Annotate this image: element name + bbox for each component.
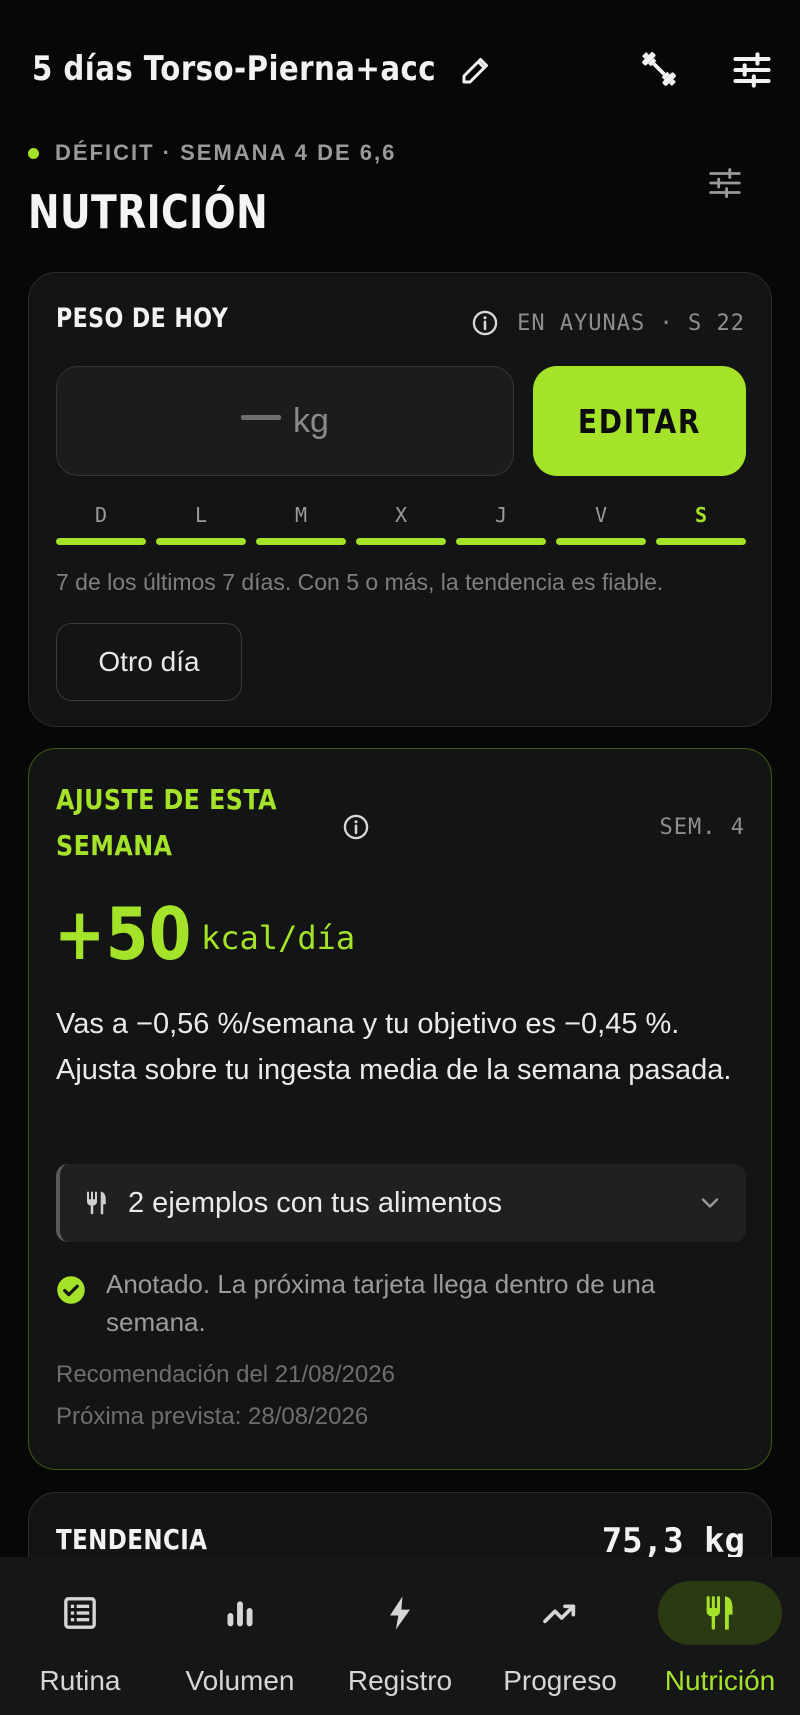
reliability-note: 7 de los últimos 7 días. Con 5 o más, la…	[56, 569, 664, 595]
nav-item-nutricion[interactable]: Nutrición	[640, 1557, 800, 1715]
bar-chart-icon	[220, 1593, 260, 1633]
adjustment-description: Vas a −0,56 %/semana y tu objetivo es −0…	[56, 1008, 732, 1086]
day-item: V	[556, 498, 646, 545]
nav-label: Volumen	[185, 1665, 295, 1696]
day-item: D	[56, 498, 146, 545]
page-title: NUTRICIÓN	[28, 185, 269, 239]
logged-confirmation: Anotado. La próxima tarjeta llega dentro…	[56, 1265, 746, 1341]
day-item: L	[156, 498, 246, 545]
check-circle-icon	[56, 1275, 86, 1305]
weight-unit: kg	[293, 401, 329, 440]
recommendation-date: Recomendación del 21/08/2026	[56, 1361, 395, 1388]
fork-knife-icon	[700, 1593, 740, 1633]
kcal-adjustment-value: +50	[54, 892, 192, 976]
day-item: J	[456, 498, 546, 545]
nav-label: Registro	[347, 1665, 453, 1696]
nav-label: Rutina	[39, 1665, 121, 1696]
trend-weight-value: 75,3 kg	[601, 1521, 745, 1561]
nav-item-registro[interactable]: Registro	[320, 1557, 480, 1715]
bottom-navigation: Rutina Volumen Registro Progreso Nutrici…	[0, 1557, 800, 1715]
phase-meta: DÉFICIT · SEMANA 4 DE 6,6	[55, 140, 397, 165]
fasting-meta: EN AYUNAS · S 22	[517, 311, 745, 336]
section-meta: DÉFICIT · SEMANA 4 DE 6,6	[28, 138, 396, 168]
weekly-adjustment-card: AJUSTE DE ESTA SEMANA SEM. 4 +50 kcal/dí…	[28, 748, 772, 1470]
food-examples-expander[interactable]: 2 ejemplos con tus alimentos	[56, 1164, 746, 1242]
tune-icon[interactable]	[730, 48, 774, 92]
trending-up-icon	[540, 1593, 580, 1633]
week-tag: SEM. 4	[659, 815, 745, 840]
plan-title[interactable]: 5 días Torso-Pierna+acc	[32, 44, 436, 94]
day-item: X	[356, 498, 446, 545]
fork-knife-icon	[82, 1188, 112, 1218]
weight-card-title: PESO DE HOY	[56, 303, 229, 334]
pencil-icon[interactable]	[458, 52, 494, 88]
dumbbell-icon[interactable]	[636, 46, 682, 92]
kcal-unit: kcal/día	[201, 919, 356, 957]
weight-card: PESO DE HOY EN AYUNAS · S 22 kg EDITAR D…	[28, 272, 772, 727]
day-item-today: S	[656, 498, 746, 545]
nav-item-progreso[interactable]: Progreso	[480, 1557, 640, 1715]
chevron-down-icon	[696, 1189, 724, 1217]
edit-weight-button[interactable]: EDITAR	[533, 366, 746, 476]
nav-label: Nutrición	[664, 1665, 776, 1696]
adjustment-title: AJUSTE DE ESTA SEMANA	[56, 783, 277, 862]
empty-value-dash	[241, 414, 282, 420]
other-day-button[interactable]: Otro día	[56, 623, 242, 701]
nav-label: Progreso	[503, 1665, 617, 1696]
day-item: M	[256, 498, 346, 545]
status-dot	[28, 147, 39, 159]
nav-item-rutina[interactable]: Rutina	[0, 1557, 160, 1715]
nav-item-volumen[interactable]: Volumen	[160, 1557, 320, 1715]
trend-title: TENDENCIA	[56, 1523, 208, 1556]
info-icon[interactable]	[471, 309, 499, 337]
list-icon	[60, 1593, 100, 1633]
examples-label: 2 ejemplos con tus alimentos	[128, 1186, 502, 1219]
weekday-tracker: D L M X J V S	[56, 498, 746, 545]
logged-text: Anotado. La próxima tarjeta llega dentro…	[106, 1269, 656, 1337]
app-header: 5 días Torso-Pierna+acc DÉFICIT · SEMANA…	[0, 0, 800, 239]
info-icon[interactable]	[342, 813, 370, 841]
weight-input[interactable]: kg	[56, 366, 514, 476]
tune-icon[interactable]	[706, 164, 744, 202]
next-recommendation-date: Próxima prevista: 28/08/2026	[56, 1403, 369, 1430]
bolt-icon	[380, 1593, 420, 1633]
